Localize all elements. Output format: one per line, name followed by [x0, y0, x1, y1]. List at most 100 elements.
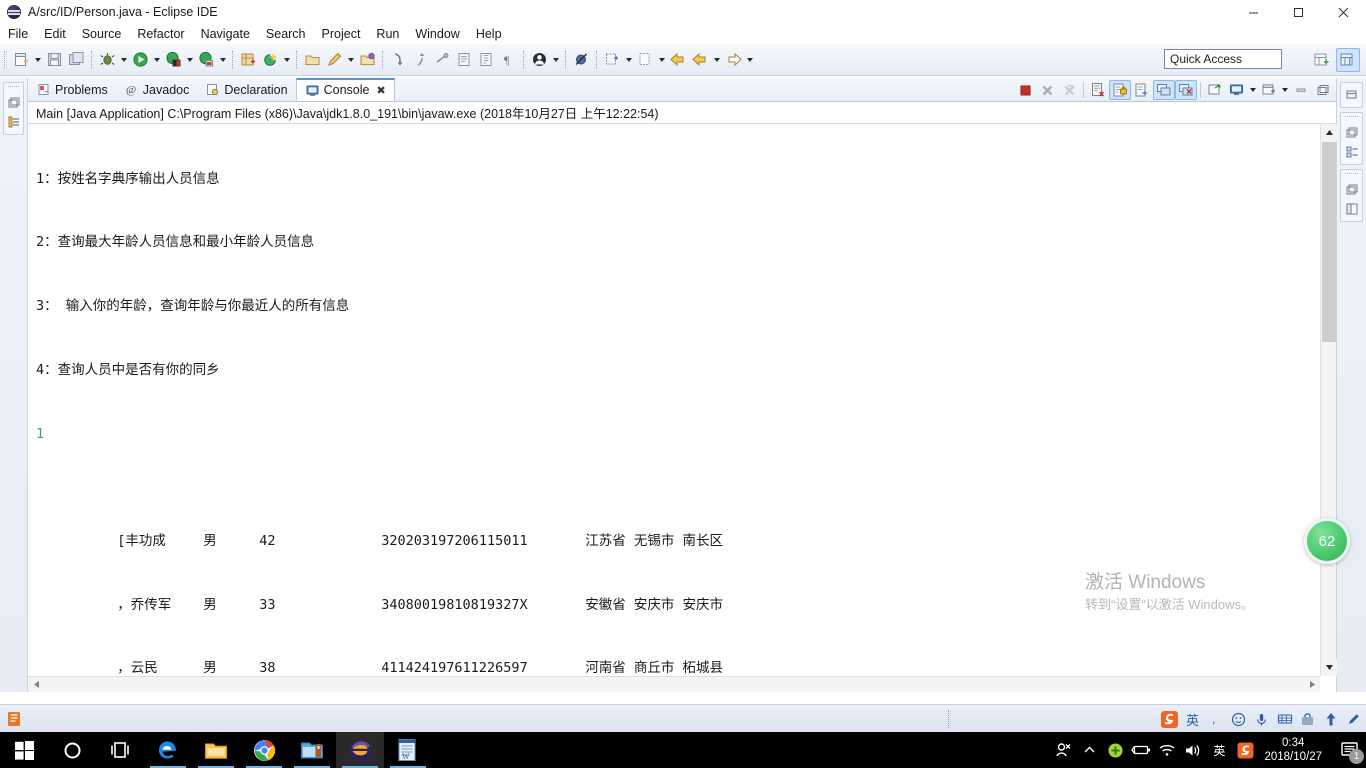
- new-java-package-icon[interactable]: [237, 49, 259, 71]
- ime-language-label[interactable]: 英: [1182, 708, 1203, 730]
- forward-dropdown-icon[interactable]: [744, 49, 755, 71]
- java-perspective-button[interactable]: J: [1336, 48, 1360, 72]
- terminate-button[interactable]: [1014, 80, 1036, 100]
- show-console-on-error-button[interactable]: [1175, 80, 1197, 100]
- taskbar-word-icon[interactable]: W: [384, 732, 432, 768]
- scroll-lock-button[interactable]: [1109, 80, 1131, 100]
- skip-breakpoints-icon[interactable]: [570, 49, 592, 71]
- ime-toolbox-icon[interactable]: [1297, 708, 1318, 730]
- menu-edit[interactable]: Edit: [36, 25, 74, 43]
- user-profile-icon[interactable]: [528, 49, 550, 71]
- new-window-dropdown-icon[interactable]: [623, 49, 634, 71]
- run-icon[interactable]: [129, 49, 151, 71]
- open-resource-icon[interactable]: [356, 49, 378, 71]
- forward-history-icon[interactable]: [722, 49, 744, 71]
- tray-sogou-icon[interactable]: [1232, 732, 1258, 768]
- previous-annotation-icon[interactable]: [409, 49, 431, 71]
- sogou-logo-icon[interactable]: [1159, 708, 1180, 730]
- minimize-view-button[interactable]: [1290, 80, 1312, 100]
- new-wizard-icon[interactable]: [10, 49, 32, 71]
- menu-project[interactable]: Project: [314, 25, 369, 43]
- restore-view-icon-2[interactable]: [1342, 124, 1362, 142]
- ime-keyboard-icon[interactable]: [1274, 708, 1295, 730]
- coverage-dropdown-icon[interactable]: [217, 49, 228, 71]
- remove-all-launches-button[interactable]: [1058, 80, 1080, 100]
- scroll-down-icon[interactable]: [1321, 659, 1337, 676]
- menu-window[interactable]: Window: [407, 25, 467, 43]
- open-console-button[interactable]: [1258, 80, 1280, 100]
- menu-file[interactable]: File: [0, 25, 36, 43]
- ime-voice-icon[interactable]: [1251, 708, 1272, 730]
- tab-console[interactable]: Console ✖: [295, 78, 395, 101]
- new-editor-icon[interactable]: [634, 49, 656, 71]
- back-navigation-icon[interactable]: [667, 49, 689, 71]
- menu-refactor[interactable]: Refactor: [129, 25, 192, 43]
- task-view-button[interactable]: [96, 732, 144, 768]
- tray-ime-label[interactable]: 英: [1206, 732, 1232, 768]
- console-horizontal-scrollbar[interactable]: [28, 676, 1320, 692]
- menu-search[interactable]: Search: [258, 25, 314, 43]
- save-all-icon[interactable]: [65, 49, 87, 71]
- pilcrow-icon[interactable]: ¶: [497, 49, 519, 71]
- security-shield-icon[interactable]: [1102, 732, 1128, 768]
- remove-launch-button[interactable]: [1036, 80, 1058, 100]
- notification-center-button[interactable]: 1: [1332, 732, 1366, 768]
- cortana-search-button[interactable]: [48, 732, 96, 768]
- toggle-mark-occurrences-icon[interactable]: [453, 49, 475, 71]
- display-selected-console-button[interactable]: [1226, 80, 1248, 100]
- debug-dropdown-icon[interactable]: [118, 49, 129, 71]
- volume-icon[interactable]: [1180, 732, 1206, 768]
- package-explorer-icon[interactable]: [4, 113, 24, 131]
- scroll-up-icon[interactable]: [1321, 124, 1337, 141]
- run-external-tools-icon[interactable]: [162, 49, 184, 71]
- new-wizard-dropdown-icon[interactable]: [32, 49, 43, 71]
- tab-javadoc[interactable]: @ Javadoc: [116, 78, 198, 101]
- ime-emoji-icon[interactable]: [1228, 708, 1249, 730]
- outline-view-icon[interactable]: [1342, 143, 1362, 161]
- new-class-dropdown-icon[interactable]: [281, 49, 292, 71]
- tab-declaration[interactable]: Declaration: [197, 78, 295, 101]
- new-window-icon[interactable]: [601, 49, 623, 71]
- start-button[interactable]: [0, 732, 48, 768]
- scroll-left-icon[interactable]: [28, 677, 44, 693]
- wifi-icon[interactable]: [1154, 732, 1180, 768]
- taskbar-eclipse-icon[interactable]: [336, 732, 384, 768]
- new-editor-dropdown-icon[interactable]: [656, 49, 667, 71]
- open-console-dropdown-icon[interactable]: [1280, 80, 1290, 100]
- search-pencil-icon[interactable]: [323, 49, 345, 71]
- open-type-icon[interactable]: [301, 49, 323, 71]
- right-grip-1[interactable]: [1345, 116, 1358, 122]
- display-console-dropdown-icon[interactable]: [1248, 80, 1258, 100]
- battery-icon[interactable]: [1128, 732, 1154, 768]
- tab-problems[interactable]: Problems: [28, 78, 116, 101]
- run-dropdown-icon[interactable]: [151, 49, 162, 71]
- show-console-on-output-button[interactable]: [1153, 80, 1175, 100]
- right-grip-2[interactable]: [1345, 173, 1358, 179]
- word-wrap-button[interactable]: [1131, 80, 1153, 100]
- close-button[interactable]: [1321, 0, 1366, 24]
- save-icon[interactable]: [43, 49, 65, 71]
- backward-history-icon[interactable]: [689, 49, 711, 71]
- taskbar-chrome-icon[interactable]: [240, 732, 288, 768]
- maximize-button[interactable]: [1276, 0, 1321, 24]
- restore-view-icon[interactable]: [4, 94, 24, 112]
- menu-navigate[interactable]: Navigate: [193, 25, 258, 43]
- taskbar-file-explorer-icon[interactable]: [192, 732, 240, 768]
- task-list-icon[interactable]: [1342, 200, 1362, 218]
- ime-settings-icon[interactable]: [1343, 708, 1364, 730]
- taskbar-edge-icon[interactable]: [144, 732, 192, 768]
- quick-access-input[interactable]: Quick Access: [1164, 49, 1282, 69]
- show-hidden-icons-chevron-icon[interactable]: [1076, 732, 1102, 768]
- menu-run[interactable]: Run: [368, 25, 407, 43]
- tab-close-icon[interactable]: ✖: [376, 84, 385, 97]
- ime-upgrade-icon[interactable]: [1320, 708, 1341, 730]
- search-dropdown-icon[interactable]: [345, 49, 356, 71]
- restore-view-icon-3[interactable]: [1342, 181, 1362, 199]
- taskbar-clock[interactable]: 0:34 2018/10/27: [1258, 736, 1332, 764]
- scrollbar-thumb[interactable]: [1322, 142, 1336, 342]
- backward-dropdown-icon[interactable]: [711, 49, 722, 71]
- clear-console-button[interactable]: [1087, 80, 1109, 100]
- show-whitespace-icon[interactable]: [475, 49, 497, 71]
- left-grip[interactable]: [8, 86, 19, 92]
- maximize-view-button[interactable]: [1312, 80, 1334, 100]
